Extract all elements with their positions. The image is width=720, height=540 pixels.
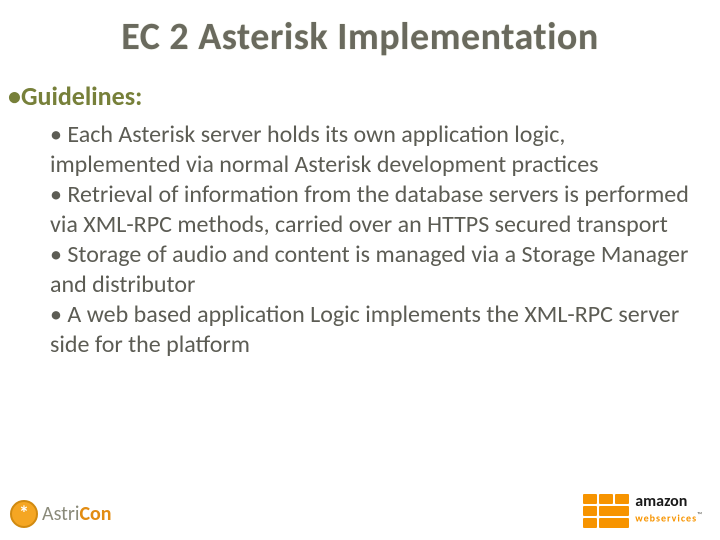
section-heading-text: Guidelines: <box>21 80 142 112</box>
section-bullet: • <box>8 80 21 112</box>
footer: * AstriCon amazon webservices™ <box>0 478 720 534</box>
astricon-logo: * AstriCon <box>10 500 112 528</box>
list-item-text: A web based application Logic implements… <box>50 300 679 359</box>
slide: EC 2 Asterisk Implementation •Guidelines… <box>0 0 720 540</box>
bullet-list: • Each Asterisk server holds its own app… <box>50 120 690 360</box>
aws-logo: amazon webservices™ <box>583 494 702 528</box>
list-item-text: Retrieval of information from the databa… <box>50 180 689 239</box>
asterisk-icon: * <box>10 500 38 528</box>
aws-word-bottom: webservices <box>635 511 697 524</box>
section-heading: •Guidelines: <box>8 80 720 112</box>
list-item-text: Each Asterisk server holds its own appli… <box>50 120 599 179</box>
list-item: • Storage of audio and content is manage… <box>50 240 690 300</box>
aws-tm: ™ <box>697 510 702 519</box>
slide-title: EC 2 Asterisk Implementation <box>0 0 720 60</box>
list-item-text: Storage of audio and content is managed … <box>50 240 688 299</box>
aws-wordmark: amazon webservices™ <box>635 494 702 524</box>
astricon-word-b: Con <box>79 502 111 526</box>
aws-word-top: amazon <box>635 492 687 511</box>
list-item: • A web based application Logic implemen… <box>50 300 690 360</box>
list-item: • Each Asterisk server holds its own app… <box>50 120 690 180</box>
astricon-word-a: Astri <box>42 502 79 526</box>
astricon-wordmark: AstriCon <box>42 502 112 526</box>
aws-cubes-icon <box>583 494 629 528</box>
list-item: • Retrieval of information from the data… <box>50 180 690 240</box>
